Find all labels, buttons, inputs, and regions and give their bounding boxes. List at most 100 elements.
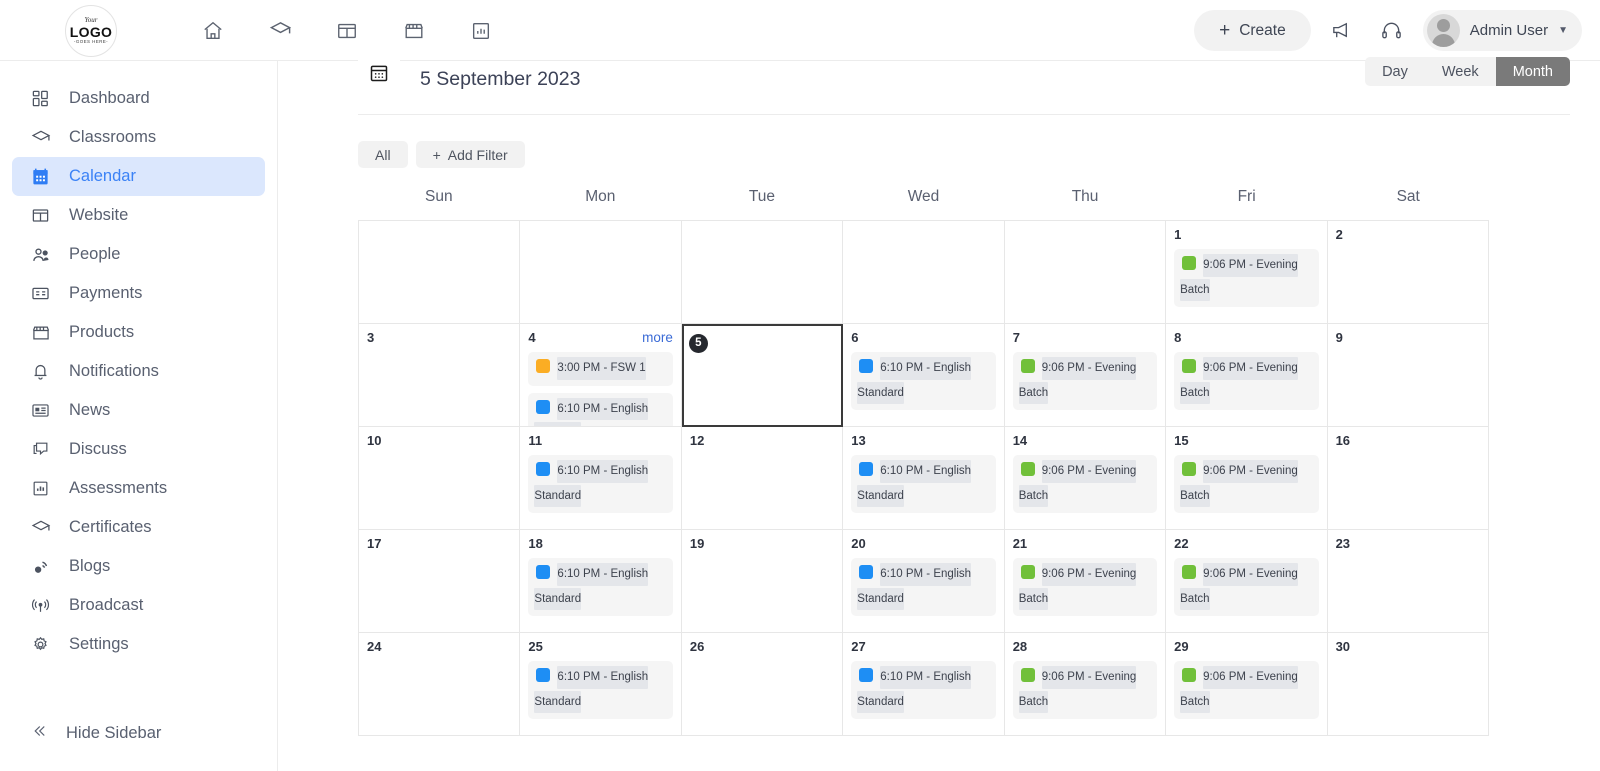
calendar-day-cell-20[interactable]: 20 6:10 PM - English Standard [843, 530, 1005, 633]
sidebar-item-certificates[interactable]: Certificates [12, 508, 265, 547]
add-filter-button[interactable]: + Add Filter [415, 141, 525, 168]
create-button[interactable]: + Create [1194, 10, 1311, 51]
filter-label: Add Filter [447, 146, 508, 163]
sidebar-item-discuss[interactable]: Discuss [12, 430, 265, 469]
calendar-day-cell-9[interactable]: 9 [1327, 324, 1489, 427]
view-toggle-month[interactable]: Month [1495, 57, 1570, 86]
view-toggle-day[interactable]: Day [1365, 57, 1425, 86]
calendar-day-cell-10[interactable]: 10 [359, 427, 521, 530]
calendar-day-cell-5[interactable]: 5 [681, 324, 844, 427]
calendar-day-cell-3[interactable]: 3 [359, 324, 521, 427]
sidebar-item-settings[interactable]: Settings [12, 625, 265, 664]
filter-label: All [375, 146, 391, 163]
sidebar-item-payments[interactable]: Payments [12, 274, 265, 313]
calendar-grid-icon[interactable] [358, 55, 400, 91]
calendar-day-cell-empty[interactable] [1004, 221, 1167, 324]
graduation-cap-icon[interactable] [263, 14, 297, 48]
headset-icon[interactable] [1373, 12, 1411, 50]
sidebar-item-people[interactable]: People [12, 235, 265, 274]
sidebar-item-broadcast[interactable]: Broadcast [12, 586, 265, 625]
calendar-day-cell-11[interactable]: 11 6:10 PM - English Standard [520, 427, 682, 530]
calendar-event[interactable]: 9:06 PM - Evening Batch [1174, 249, 1319, 308]
sidebar-item-news[interactable]: News [12, 391, 265, 430]
calendar-day-cell-empty[interactable] [681, 221, 844, 324]
logo[interactable]: Your LOGO -GOES HERE- [65, 5, 117, 57]
website-layout-icon[interactable] [330, 14, 364, 48]
view-toggle-week[interactable]: Week [1425, 57, 1496, 86]
calendar-day-cell-30[interactable]: 30 [1327, 633, 1489, 736]
day-number: 22 [1174, 536, 1189, 551]
calendar-event[interactable]: 6:10 PM - EnglishStandard [528, 558, 673, 617]
calendar-grid: 1 9:06 PM - Evening Batch 2 3 4 more 3:00 PM - … [358, 220, 1489, 736]
calendar-day-cell-17[interactable]: 17 [359, 530, 521, 633]
calendar-day-cell-12[interactable]: 12 [681, 427, 844, 530]
calendar-event[interactable]: 9:06 PM - Evening Batch [1174, 455, 1319, 514]
calendar-day-cell-8[interactable]: 8 9:06 PM - Evening Batch [1166, 324, 1328, 427]
calendar-event[interactable]: 9:06 PM - Evening Batch [1174, 352, 1319, 411]
calendar-event[interactable]: 6:10 PM - EnglishStandard [851, 352, 996, 411]
calendar-event[interactable]: 9:06 PM - Evening Batch [1012, 558, 1158, 617]
sidebar-item-calendar[interactable]: Calendar [12, 157, 265, 196]
calendar-day-cell-23[interactable]: 23 [1327, 530, 1489, 633]
calendar-event[interactable]: 3:00 PM - FSW 1 [528, 352, 673, 386]
event-color-dot [536, 668, 551, 683]
calendar-event[interactable]: 9:06 PM - Evening Batch [1012, 661, 1158, 720]
calendar-day-cell-29[interactable]: 29 9:06 PM - Evening Batch [1166, 633, 1328, 736]
calendar-event[interactable]: 6:10 PM - EnglishStandard [528, 392, 673, 426]
calendar-event[interactable]: 6:10 PM - EnglishStandard [528, 455, 673, 514]
calendar-day-cell-27[interactable]: 27 6:10 PM - English Standard [843, 633, 1005, 736]
calendar-day-cell-7[interactable]: 7 9:06 PM - Evening Batch [1004, 324, 1167, 427]
calendar-day-cell-14[interactable]: 14 9:06 PM - Evening Batch [1004, 427, 1167, 530]
hide-sidebar-button[interactable]: Hide Sidebar [12, 715, 265, 751]
sidebar-item-classrooms[interactable]: Classrooms [12, 118, 265, 157]
event-subtitle: Batch [1018, 484, 1049, 508]
calendar-day-cell-22[interactable]: 22 9:06 PM - Evening Batch [1166, 530, 1328, 633]
calendar-day-cell-empty[interactable] [520, 221, 682, 324]
day-number: 27 [851, 639, 866, 654]
calendar-day-cell-25[interactable]: 25 6:10 PM - English Standard [520, 633, 682, 736]
calendar-day-cell-18[interactable]: 18 6:10 PM - English Standard [520, 530, 682, 633]
calendar-day-cell-empty[interactable] [843, 221, 1005, 324]
megaphone-icon[interactable] [1323, 12, 1361, 50]
calendar-day-cell-26[interactable]: 26 [681, 633, 844, 736]
calendar-event[interactable]: 9:06 PM - Evening Batch [1174, 558, 1319, 617]
calendar-day-cell-28[interactable]: 28 9:06 PM - Evening Batch [1004, 633, 1167, 736]
calendar-day-cell-13[interactable]: 13 6:10 PM - English Standard [843, 427, 1005, 530]
calendar-day-cell-2[interactable]: 2 [1327, 221, 1489, 324]
calendar-day-cell-1[interactable]: 1 9:06 PM - Evening Batch [1166, 221, 1328, 324]
calendar-event[interactable]: 6:10 PM - EnglishStandard [851, 455, 996, 514]
user-menu[interactable]: Admin User ▼ [1422, 10, 1582, 51]
calendar-event[interactable]: 9:06 PM - Evening Batch [1012, 455, 1158, 514]
sidebar-item-blogs[interactable]: Blogs [12, 547, 265, 586]
calendar-day-cell-6[interactable]: 6 6:10 PM - English Standard [843, 324, 1005, 427]
calendar-day-cell-16[interactable]: 16 [1327, 427, 1489, 530]
calendar-event[interactable]: 9:06 PM - Evening Batch [1174, 661, 1319, 720]
sidebar-item-website[interactable]: Website [12, 196, 265, 235]
analytics-icon[interactable] [464, 14, 498, 48]
sidebar-item-notifications[interactable]: Notifications [12, 352, 265, 391]
event-subtitle: Standard [857, 587, 904, 611]
sidebar-item-dashboard[interactable]: Dashboard [12, 79, 265, 118]
sidebar-item-assessments[interactable]: Assessments [12, 469, 265, 508]
calendar-day-cell-15[interactable]: 15 9:06 PM - Evening Batch [1166, 427, 1328, 530]
calendar-day-cell-4[interactable]: 4more3:00 PM - FSW 16:10 PM - EnglishSta… [520, 324, 682, 427]
calendar-day-cell-empty[interactable] [359, 221, 521, 324]
event-time-title: 9:06 PM - Evening [1041, 357, 1137, 380]
day-number: 7 [1012, 330, 1020, 345]
logo-line-1: Your [84, 16, 98, 25]
calendar-event[interactable]: 6:10 PM - EnglishStandard [851, 558, 996, 617]
calendar-event[interactable]: 9:06 PM - Evening Batch [1012, 352, 1158, 411]
calendar-event[interactable]: 6:10 PM - EnglishStandard [851, 661, 996, 720]
calendar-day-cell-19[interactable]: 19 [681, 530, 844, 633]
calendar-day-cell-24[interactable]: 24 [359, 633, 521, 736]
more-events-link[interactable]: more [642, 330, 673, 345]
home-icon[interactable] [196, 14, 230, 48]
event-color-dot [859, 359, 874, 374]
chat-bubble-icon [30, 439, 51, 460]
event-color-dot [1182, 668, 1197, 683]
store-icon[interactable] [397, 14, 431, 48]
calendar-day-cell-21[interactable]: 21 9:06 PM - Evening Batch [1004, 530, 1167, 633]
sidebar-item-products[interactable]: Products [12, 313, 265, 352]
calendar-event[interactable]: 6:10 PM - EnglishStandard [528, 661, 673, 720]
filter-chip-all[interactable]: All [358, 141, 408, 168]
